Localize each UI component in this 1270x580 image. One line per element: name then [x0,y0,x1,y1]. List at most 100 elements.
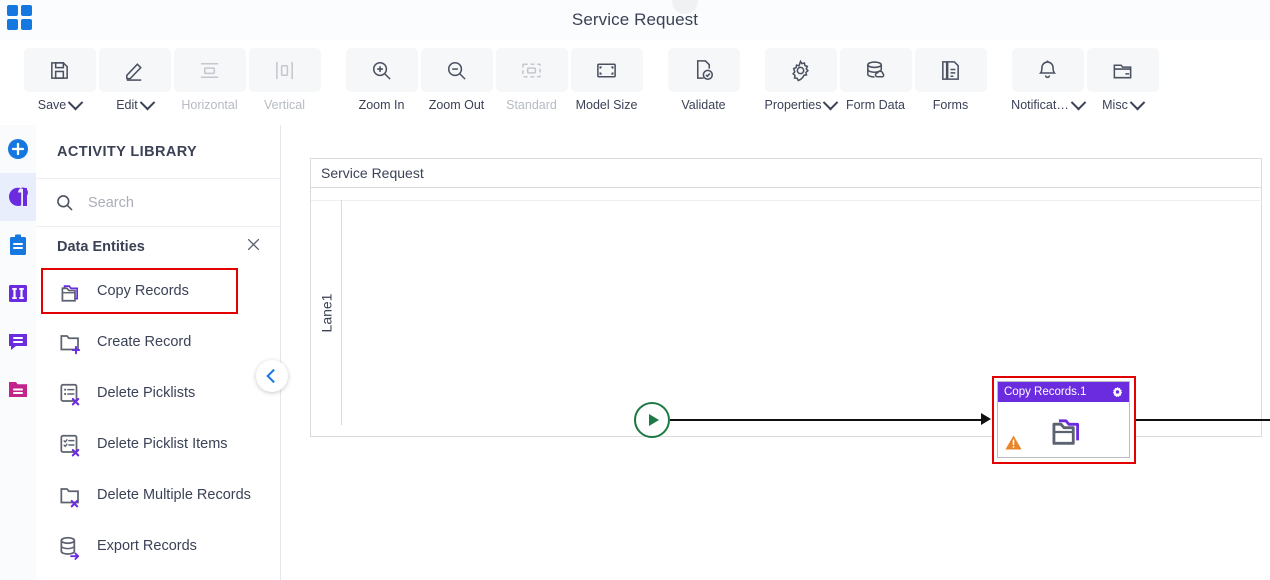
copy-records-icon [61,285,79,302]
icon-rail [0,125,37,580]
zoom-out-label: Zoom Out [428,98,485,112]
save-label: Save [37,98,67,112]
activity-item-delete-picklists[interactable]: Delete Picklists [36,368,280,419]
zoom-out-icon [420,48,493,92]
activity-item-delete-multiple-records[interactable]: Delete Multiple Records [36,470,280,521]
sequence-flow-2[interactable] [1136,419,1270,421]
chevron-down-icon [1129,94,1146,110]
task-inner-frame: Copy Records.1 [997,381,1130,458]
delete-picklist-items-icon [60,434,80,456]
standard-size-icon [495,48,568,92]
close-x-icon[interactable] [245,236,262,258]
form-data-button[interactable]: Form Data [838,40,913,122]
activity-label: Delete Multiple Records [97,487,251,503]
activity-label: Export Records [97,538,197,554]
activity-label: Create Record [97,334,192,350]
notification-button[interactable]: Notificat… [1010,40,1087,122]
process-canvas[interactable]: Service Request Lane1 Copy Records.1 [281,125,1270,580]
create-record-icon [60,334,81,354]
toolbar: Save Edit Horizontal Vertical Zoom In Zo… [0,40,1270,126]
activity-label: Delete Picklist Items [97,436,228,452]
pool-title: Service Request [311,159,1261,188]
grid-apps-icon[interactable] [7,5,33,31]
bell-icon [1011,48,1084,92]
task-body [998,402,1129,457]
delete-multiple-records-icon [60,487,79,507]
notification-label: Notificat… [1011,98,1069,112]
sequence-flow-1[interactable] [670,419,987,421]
horizontal-label: Horizontal [181,98,238,112]
activity-label: Delete Picklists [97,385,196,401]
activity-item-export-records[interactable]: Export Records [36,521,280,572]
rail-item-comments[interactable] [0,317,36,365]
validate-button[interactable]: Validate [666,40,741,122]
export-records-icon [60,536,80,560]
forms-button[interactable]: Forms [913,40,988,122]
lane-label: Lane1 [311,200,342,425]
activity-list: Copy Records Create Record Delete Pickli… [36,268,280,572]
folder-misc-icon [1086,48,1159,92]
gear-icon [764,48,837,92]
rail-item-process[interactable] [0,173,36,221]
chevron-down-icon [823,94,839,110]
start-event[interactable] [634,402,670,438]
play-triangle-icon [648,414,659,426]
vertical-button[interactable]: Vertical [247,40,322,122]
search-icon [57,195,73,211]
pencil-edit-icon [98,48,171,92]
panel-heading: ACTIVITY LIBRARY [57,143,198,160]
search-input[interactable] [86,193,250,212]
lane-top-divider [311,188,1263,201]
model-size-button[interactable]: Model Size [569,40,644,122]
lane-label-text: Lane1 [318,293,334,332]
activity-item-delete-picklist-items[interactable]: Delete Picklist Items [36,419,280,470]
task-copy-records[interactable]: Copy Records.1 [992,376,1136,464]
standard-button[interactable]: Standard [494,40,569,122]
gear-icon[interactable] [1111,386,1124,399]
copy-records-icon [1052,418,1079,445]
chat-bubble-icon [9,334,27,350]
activity-label: Copy Records [97,282,189,299]
chevron-left-icon [266,368,281,384]
category-row-data-entities: Data Entities [36,227,280,266]
rail-item-tasks[interactable] [0,221,36,269]
document-copy-icon [914,48,987,92]
misc-button[interactable]: Misc [1085,40,1160,122]
save-button[interactable]: Save [22,40,97,122]
app-root: Service Request Save Edit Horizontal Ver… [0,0,1270,580]
chevron-down-icon [67,94,84,110]
forms-label: Forms [932,98,969,112]
edit-button[interactable]: Edit [97,40,172,122]
swirl-logo-icon [8,187,28,206]
database-cloud-icon [839,48,912,92]
panel-header: ACTIVITY LIBRARY [36,125,280,179]
clipboard-icon [10,234,26,255]
horizontal-button[interactable]: Horizontal [172,40,247,122]
activity-item-copy-records[interactable]: Copy Records [41,268,238,314]
task-header: Copy Records.1 [998,382,1129,402]
align-vertical-icon [248,48,321,92]
activity-item-create-record[interactable]: Create Record [36,317,280,368]
model-size-icon [570,48,643,92]
activity-library-panel: ACTIVITY LIBRARY Data Entities Copy Reco… [36,125,281,580]
properties-button[interactable]: Properties [763,40,839,122]
properties-label: Properties [764,98,822,112]
floppy-save-icon [23,48,96,92]
rail-item-add[interactable] [0,125,36,173]
align-horizontal-icon [173,48,246,92]
model-size-label: Model Size [575,98,638,112]
plus-circle-icon [8,139,28,159]
columns-icon [9,285,27,302]
delete-picklists-icon [60,383,80,405]
panel-collapse-button[interactable] [256,360,288,392]
misc-label: Misc [1102,98,1128,112]
zoom-out-button[interactable]: Zoom Out [419,40,494,122]
search-bar[interactable] [36,179,280,227]
vertical-label: Vertical [264,98,305,112]
rail-item-documents[interactable] [0,365,36,413]
edit-label: Edit [116,98,138,112]
rail-item-columns[interactable] [0,269,36,317]
validate-check-icon [667,48,740,92]
zoom-in-button[interactable]: Zoom In [344,40,419,122]
sequence-flow-1-arrowhead [981,413,991,425]
